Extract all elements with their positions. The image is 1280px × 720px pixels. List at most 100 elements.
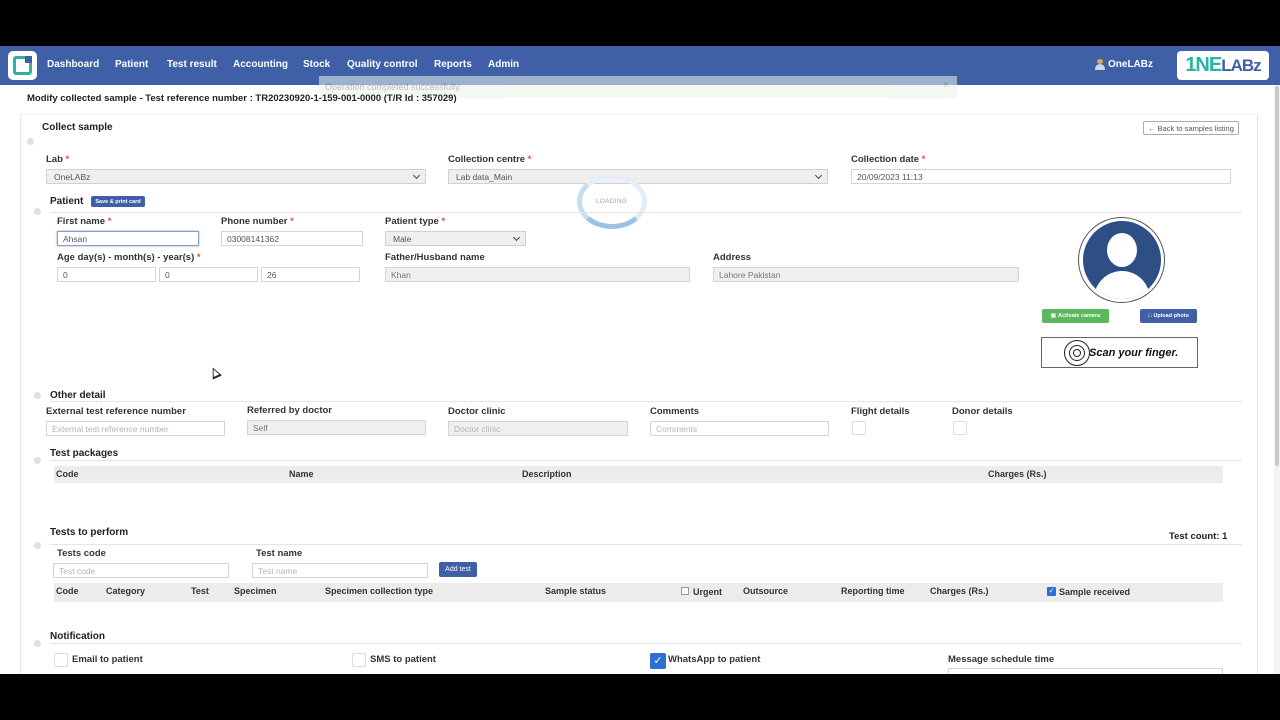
collection-date-label: Collection date * [851,154,926,165]
camera-icon: ▣ [1050,313,1056,319]
age-years-input[interactable]: 26 [261,267,360,282]
collection-date-input[interactable]: 20/09/2023 11:13 [851,169,1231,184]
sms-label: SMS to patient [370,654,436,665]
loading-spinner: LOADING [576,173,647,229]
fingerprint-icon [1062,339,1092,366]
packages-col-charges: Charges (Rs.) [988,469,1047,479]
packages-col-name: Name [289,469,314,479]
chevron-down-icon [512,233,521,242]
tests-col-urgent: Urgent [693,587,722,597]
divider [50,643,1242,644]
arrow-left-icon: ← [1148,123,1156,133]
upload-photo-button[interactable]: □ Upload photo [1140,309,1197,323]
nav-stock[interactable]: Stock [303,59,330,70]
schedule-time-input[interactable] [948,668,1223,674]
urgent-all-checkbox[interactable] [681,587,689,595]
page-title: Modify collected sample - Test reference… [27,93,457,104]
tests-heading: Tests to perform [50,527,129,538]
brand-logo-part-one: 1NE [1185,54,1222,76]
comments-input[interactable]: Comments [650,421,829,436]
doctor-clinic-input[interactable]: Doctor clinic [448,421,628,436]
user-silhouette-icon [1082,221,1161,299]
collection-centre-label: Collection centre * [448,154,532,165]
doctor-clinic-label: Doctor clinic [448,406,506,417]
packages-col-description: Description [522,469,572,479]
nav-quality-control[interactable]: Quality control [347,59,418,70]
brand-logo: 1NE LABz [1177,51,1269,80]
nav-patient[interactable]: Patient [115,59,148,70]
tests-col-outsource: Outsource [743,586,789,596]
comments-label: Comments [650,406,700,417]
email-checkbox[interactable] [54,653,68,667]
age-months-input[interactable]: 0 [159,267,258,282]
test-packages-heading: Test packages [50,448,119,459]
father-name-label: Father/Husband name [385,252,485,263]
tests-col-collection-type: Specimen collection type [325,586,434,596]
tests-col-test: Test [191,586,209,596]
first-name-input[interactable]: Ahsan [57,231,199,246]
file-icon: □ [1148,313,1152,319]
father-name-input[interactable]: Khan [385,267,690,282]
test-name-input[interactable]: Test name [252,563,428,578]
address-label: Address [713,252,752,263]
back-to-listing-label: Back to samples listing [1157,123,1234,133]
nav-reports[interactable]: Reports [434,59,472,70]
chevron-down-icon [412,171,421,180]
other-detail-heading: Other detail [50,390,106,401]
user-icon [1095,59,1105,70]
section-bullet [34,392,41,399]
user-menu[interactable]: OneLABz [1095,59,1153,70]
back-to-listing-button[interactable]: ← Back to samples listing [1143,121,1239,135]
divider [50,544,1242,545]
packages-col-code: Code [56,469,79,479]
flight-details-checkbox[interactable] [852,421,866,435]
schedule-time-label: Message schedule time [948,654,1055,665]
divider [50,460,1242,461]
collect-sample-heading: Collect sample [42,122,113,133]
donor-details-label: Donor details [952,406,1013,417]
ext-ref-label: External test reference number [46,406,186,417]
email-label: Email to patient [72,654,143,665]
save-print-card-button[interactable]: Save & print card [91,196,145,207]
upload-photo-label: Upload photo [1153,313,1189,319]
section-bullet [34,640,41,647]
ext-ref-input[interactable]: External test reference number [46,421,225,436]
section-bullet [34,457,41,464]
add-test-button[interactable]: Add test [439,562,477,577]
tests-code-input[interactable]: Test code [53,563,229,578]
user-name: OneLABz [1108,59,1153,70]
scrollbar-thumb[interactable] [1275,86,1279,466]
whatsapp-label: WhatsApp to patient [668,654,761,665]
flight-details-label: Flight details [851,406,910,417]
section-bullet [34,208,41,215]
donor-details-checkbox[interactable] [953,421,967,435]
age-days-input[interactable]: 0 [57,267,156,282]
toast-close-icon[interactable]: × [943,80,949,91]
tests-col-charges: Charges (Rs.) [930,586,989,596]
address-input[interactable]: Lahore Pakistan [713,267,1019,282]
referred-doctor-input[interactable]: Self [247,420,426,435]
scan-finger-button[interactable]: Scan your finger. [1041,337,1198,368]
phone-number-label: Phone number * [221,216,294,227]
app-logo-icon[interactable] [8,51,37,80]
nav-test-result[interactable]: Test result [167,59,217,70]
activate-camera-button[interactable]: ▣ Activate camera [1042,309,1109,323]
sms-checkbox[interactable] [352,653,366,667]
sample-received-all-checkbox[interactable]: ✓ [1047,587,1056,596]
tests-col-category: Category [106,586,146,596]
tests-code-label: Tests code [57,548,106,559]
nav-accounting[interactable]: Accounting [233,59,288,70]
scan-finger-label: Scan your finger. [1089,346,1179,359]
tests-col-specimen: Specimen [234,586,277,596]
section-bullet [27,138,34,145]
age-label: Age day(s) - month(s) - year(s) * [57,252,201,263]
phone-number-input[interactable]: 03008141362 [221,231,363,246]
patient-heading: Patient [50,196,84,207]
nav-dashboard[interactable]: Dashboard [47,59,99,70]
patient-type-select[interactable]: Male [385,231,526,246]
lab-select[interactable]: OneLABz [46,169,426,184]
whatsapp-checkbox[interactable]: ✓ [650,653,666,669]
tests-col-reporting-time: Reporting time [841,586,905,596]
nav-admin[interactable]: Admin [488,59,519,70]
patient-type-label: Patient type * [385,216,446,227]
